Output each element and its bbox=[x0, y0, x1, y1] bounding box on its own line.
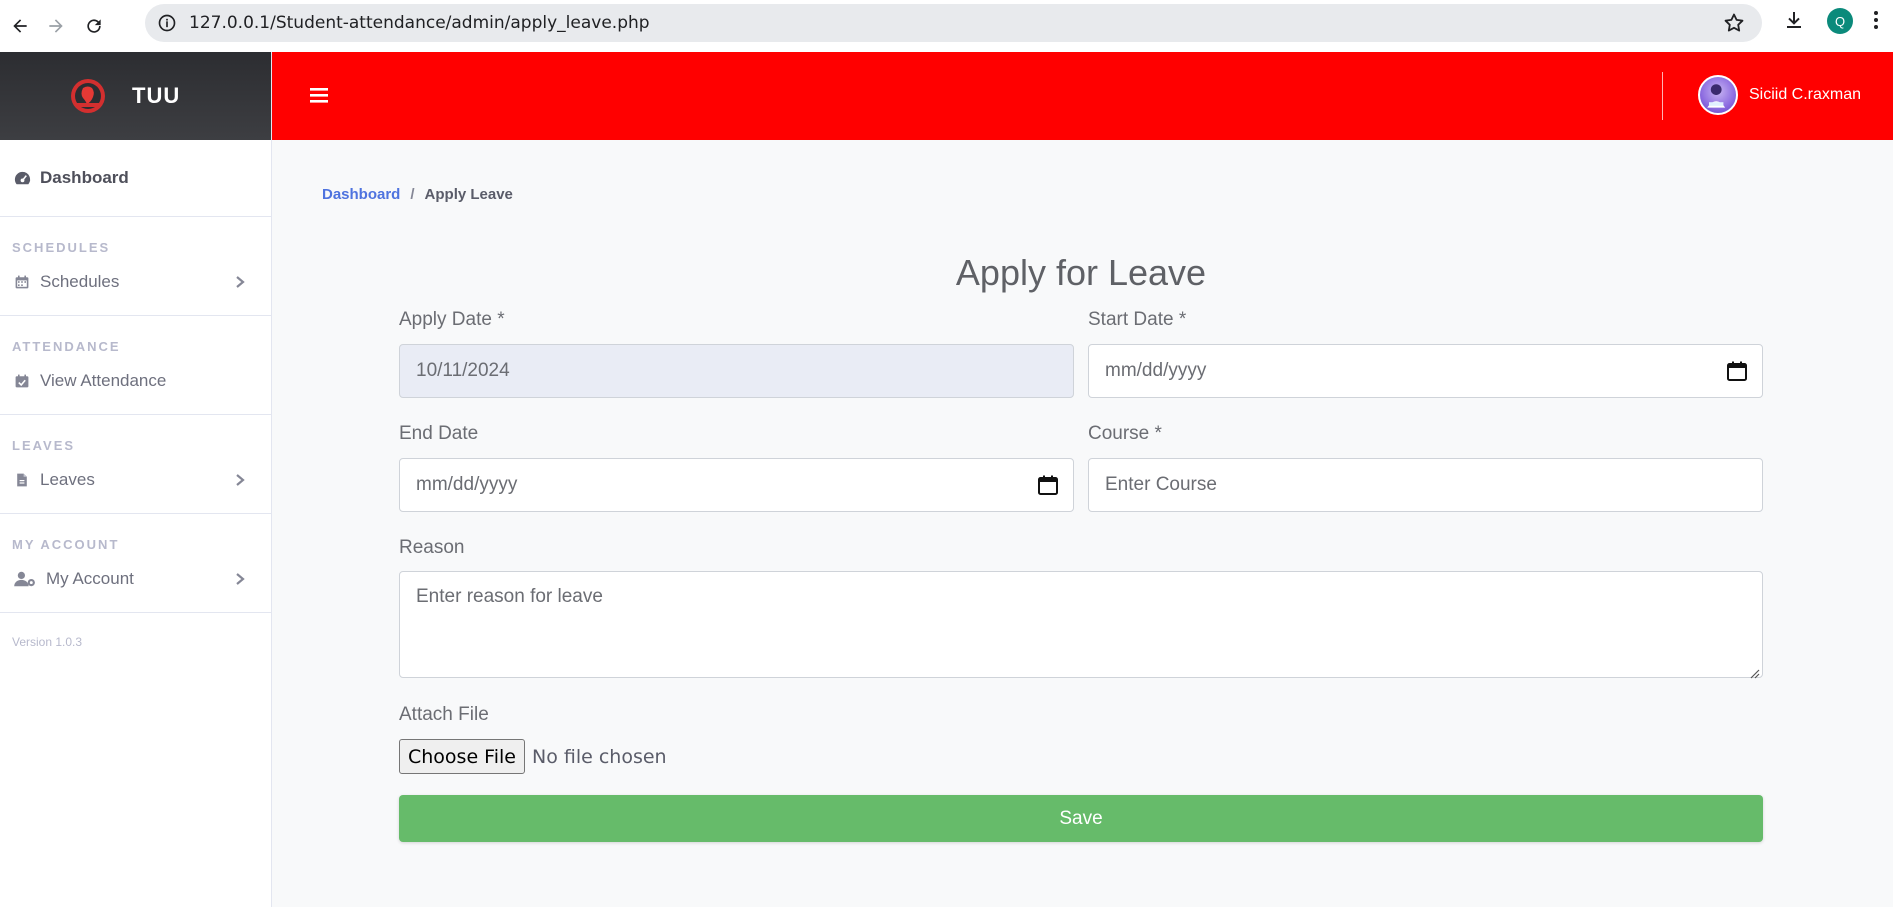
start-date-input[interactable]: mm/dd/yyyy bbox=[1088, 344, 1763, 398]
bookmark-star-icon[interactable] bbox=[1722, 11, 1746, 35]
end-date-label: End Date bbox=[399, 423, 479, 444]
breadcrumb-current: Apply Leave bbox=[424, 186, 513, 203]
breadcrumb: Dashboard / Apply Leave bbox=[322, 186, 513, 203]
resize-grip-icon[interactable] bbox=[1748, 663, 1760, 679]
course-placeholder: Enter Course bbox=[1105, 474, 1217, 495]
breadcrumb-separator: / bbox=[410, 186, 415, 203]
tachometer-icon bbox=[12, 168, 32, 188]
sidebar-heading-attendance: ATTENDANCE bbox=[12, 339, 121, 354]
chevron-right-icon bbox=[233, 470, 247, 490]
forward-icon[interactable] bbox=[44, 14, 68, 38]
attach-file-label: Attach File bbox=[399, 704, 489, 725]
reload-icon[interactable] bbox=[82, 14, 106, 38]
sidebar-heading-my-account: MY ACCOUNT bbox=[12, 537, 120, 552]
browser-toolbar: 127.0.0.1/Student-attendance/admin/apply… bbox=[0, 0, 1893, 52]
apply-date-label: Apply Date * bbox=[399, 309, 505, 330]
sidebar-item-view-attendance[interactable]: View Attendance bbox=[0, 356, 271, 406]
chevron-right-icon bbox=[233, 272, 247, 292]
sidebar-heading-schedules: SCHEDULES bbox=[12, 240, 111, 255]
sidebar-heading-leaves: LEAVES bbox=[12, 438, 76, 453]
reason-placeholder: Enter reason for leave bbox=[416, 586, 603, 607]
version-text: Version 1.0.3 bbox=[12, 635, 83, 649]
calendar-check-icon bbox=[12, 371, 32, 391]
file-icon bbox=[12, 470, 32, 490]
sidebar-item-dashboard[interactable]: Dashboard bbox=[0, 140, 271, 216]
course-label: Course * bbox=[1088, 423, 1162, 444]
back-icon[interactable] bbox=[8, 14, 32, 38]
sidebar-brand[interactable]: TUU bbox=[0, 52, 271, 140]
more-menu-icon[interactable] bbox=[1872, 8, 1880, 32]
choose-file-button[interactable]: Choose File bbox=[399, 739, 525, 774]
brand-logo-icon bbox=[68, 76, 108, 116]
sidebar-item-leaves[interactable]: Leaves bbox=[0, 455, 271, 505]
sidebar-item-label: My Account bbox=[46, 569, 134, 588]
sidebar-item-label: Dashboard bbox=[40, 168, 129, 187]
sidebar: TUU Dashboard SCHEDULES Schedules ATTEND… bbox=[0, 52, 272, 907]
file-input[interactable]: Choose File No file chosen bbox=[399, 739, 667, 774]
url-text: 127.0.0.1/Student-attendance/admin/apply… bbox=[189, 13, 650, 33]
end-date-placeholder: mm/dd/yyyy bbox=[416, 474, 518, 495]
brand-name: TUU bbox=[132, 83, 181, 108]
topbar: Siciid C.raxman bbox=[272, 52, 1893, 140]
sidebar-item-my-account[interactable]: My Account bbox=[0, 554, 271, 604]
reason-textarea[interactable]: Enter reason for leave bbox=[399, 571, 1763, 679]
course-input[interactable]: Enter Course bbox=[1088, 458, 1763, 512]
user-avatar[interactable] bbox=[1698, 75, 1738, 115]
site-info-icon[interactable] bbox=[155, 11, 179, 35]
hamburger-menu-icon[interactable] bbox=[310, 86, 328, 104]
calendar-icon bbox=[12, 272, 32, 292]
file-status-text: No file chosen bbox=[531, 745, 667, 768]
address-bar[interactable]: 127.0.0.1/Student-attendance/admin/apply… bbox=[145, 4, 1762, 42]
user-gear-icon bbox=[12, 569, 38, 589]
reason-label: Reason bbox=[399, 537, 465, 558]
apply-date-value: 10/11/2024 bbox=[416, 360, 510, 381]
chevron-right-icon bbox=[233, 569, 247, 589]
sidebar-item-label: View Attendance bbox=[40, 371, 167, 390]
sidebar-divider bbox=[0, 612, 271, 613]
start-date-placeholder: mm/dd/yyyy bbox=[1105, 360, 1207, 381]
page-title: Apply for Leave bbox=[955, 252, 1207, 293]
calendar-picker-icon[interactable] bbox=[1726, 360, 1748, 382]
sidebar-item-schedules[interactable]: Schedules bbox=[0, 257, 271, 307]
user-name[interactable]: Siciid C.raxman bbox=[1749, 86, 1861, 104]
save-button[interactable]: Save bbox=[399, 795, 1763, 842]
download-icon[interactable] bbox=[1782, 8, 1806, 32]
end-date-input[interactable]: mm/dd/yyyy bbox=[399, 458, 1074, 512]
calendar-picker-icon[interactable] bbox=[1037, 474, 1059, 496]
topbar-divider bbox=[1662, 72, 1663, 120]
sidebar-item-label: Schedules bbox=[40, 272, 120, 291]
profile-avatar[interactable]: Q bbox=[1827, 8, 1853, 34]
start-date-label: Start Date * bbox=[1088, 309, 1187, 330]
sidebar-item-label: Leaves bbox=[40, 470, 95, 489]
apply-date-field[interactable]: 10/11/2024 bbox=[399, 344, 1074, 398]
breadcrumb-link-dashboard[interactable]: Dashboard bbox=[322, 186, 400, 203]
